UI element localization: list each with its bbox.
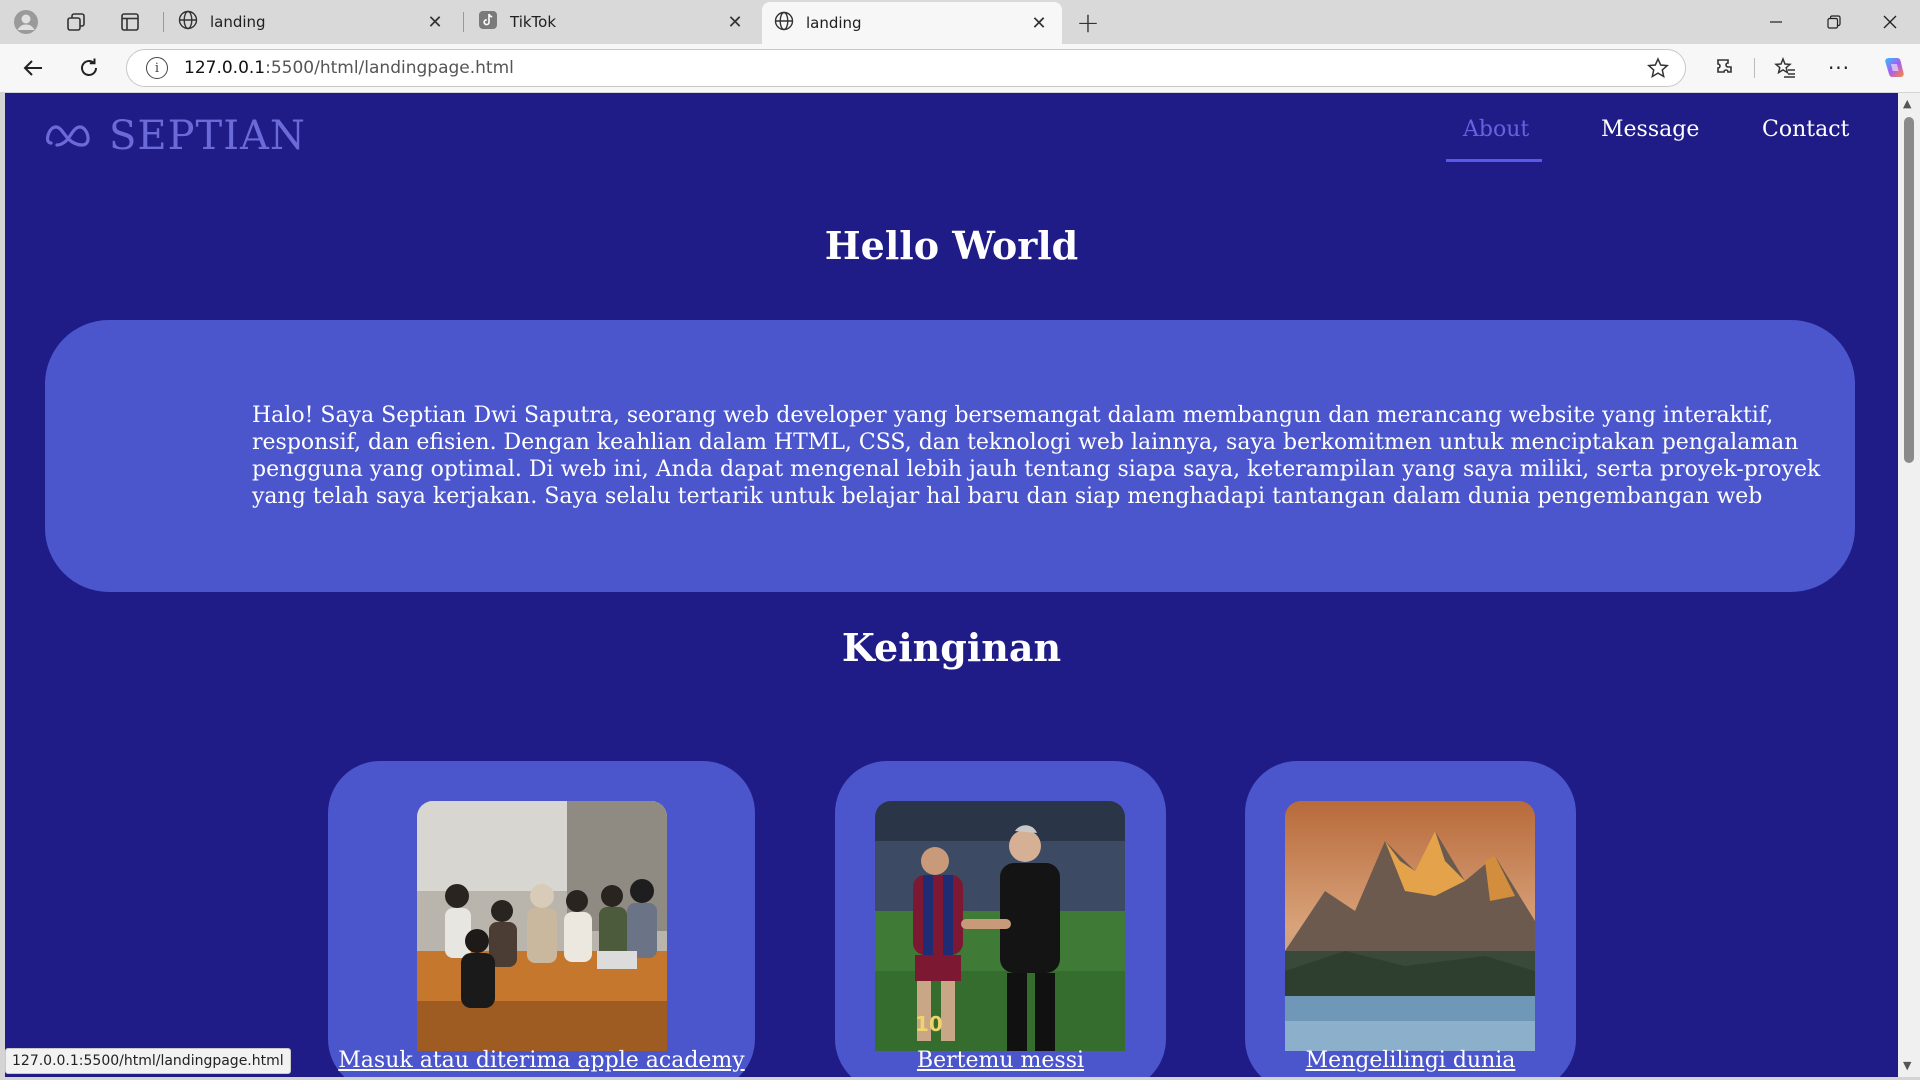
svg-text:10: 10 xyxy=(915,1012,943,1036)
wish-caption[interactable]: Mengelilingi dunia xyxy=(1245,1048,1576,1073)
restore-icon[interactable] xyxy=(1806,0,1862,44)
nav-contact[interactable]: Contact xyxy=(1762,117,1849,142)
hero-title: Hello World xyxy=(824,223,1079,268)
wish-image-apple-academy xyxy=(417,801,667,1051)
wishes-title: Keinginan xyxy=(841,625,1062,670)
page-scrollbar[interactable]: ▲ ▼ xyxy=(1898,93,1920,1077)
window-close-icon[interactable] xyxy=(1862,0,1918,44)
browser-toolbar: i 127.0.0.1:5500/html/landingpage.html ·… xyxy=(0,44,1920,92)
extensions-icon[interactable] xyxy=(1708,52,1742,84)
favorite-star-icon[interactable] xyxy=(1647,57,1669,84)
tab-tiktok[interactable]: TikTok ✕ xyxy=(466,4,758,40)
about-paragraph: Halo! Saya Septian Dwi Saputra, seorang … xyxy=(252,403,1821,509)
new-tab-button[interactable]: + xyxy=(1072,6,1104,39)
page-viewport: SEPTIAN About Message Contact Hello Worl… xyxy=(5,93,1898,1077)
workspaces-icon[interactable] xyxy=(60,6,92,38)
scroll-down-icon[interactable]: ▼ xyxy=(1903,1059,1911,1072)
tiktok-icon xyxy=(478,10,498,34)
minimize-icon[interactable] xyxy=(1748,0,1804,44)
tab-title: TikTok xyxy=(510,13,557,31)
favorites-icon[interactable] xyxy=(1768,52,1802,84)
scroll-thumb[interactable] xyxy=(1904,117,1914,463)
close-tab-icon[interactable]: ✕ xyxy=(1028,13,1050,34)
site-info-icon[interactable]: i xyxy=(146,57,168,79)
address-bar[interactable]: i 127.0.0.1:5500/html/landingpage.html xyxy=(126,49,1686,87)
tab-landing-active[interactable]: landing ✕ xyxy=(762,2,1062,44)
tab-actions-icon[interactable] xyxy=(114,6,146,38)
wish-caption[interactable]: Bertemu messi xyxy=(835,1048,1166,1073)
more-options-icon[interactable]: ··· xyxy=(1822,52,1856,84)
globe-icon xyxy=(774,11,794,35)
logo-text: SEPTIAN xyxy=(109,113,306,159)
nav-about[interactable]: About xyxy=(1463,117,1529,142)
copilot-icon[interactable] xyxy=(1876,52,1910,84)
tab-title: landing xyxy=(806,14,862,32)
profile-icon[interactable] xyxy=(10,6,42,38)
tab-title: landing xyxy=(210,13,266,31)
nav-message[interactable]: Message xyxy=(1601,117,1699,142)
status-bar-url: 127.0.0.1:5500/html/landingpage.html xyxy=(5,1048,291,1074)
close-tab-icon[interactable]: ✕ xyxy=(424,12,446,33)
close-tab-icon[interactable]: ✕ xyxy=(724,12,746,33)
wish-caption[interactable]: Masuk atau diterima apple academy xyxy=(328,1048,755,1073)
scroll-up-icon[interactable]: ▲ xyxy=(1903,97,1911,110)
tab-landing-1[interactable]: landing ✕ xyxy=(166,4,458,40)
wish-image-world-travel xyxy=(1285,801,1535,1051)
back-arrow-icon[interactable] xyxy=(16,52,50,84)
site-logo[interactable]: SEPTIAN xyxy=(45,113,306,159)
refresh-icon[interactable] xyxy=(72,52,106,84)
url-text[interactable]: 127.0.0.1:5500/html/landingpage.html xyxy=(184,58,514,78)
globe-icon xyxy=(178,10,198,34)
meta-infinity-icon xyxy=(45,125,90,147)
nav-active-underline xyxy=(1446,159,1542,162)
wish-image-messi: 10 xyxy=(875,801,1125,1051)
browser-tab-bar: landing ✕ TikTok ✕ landing ✕ + xyxy=(0,0,1920,44)
